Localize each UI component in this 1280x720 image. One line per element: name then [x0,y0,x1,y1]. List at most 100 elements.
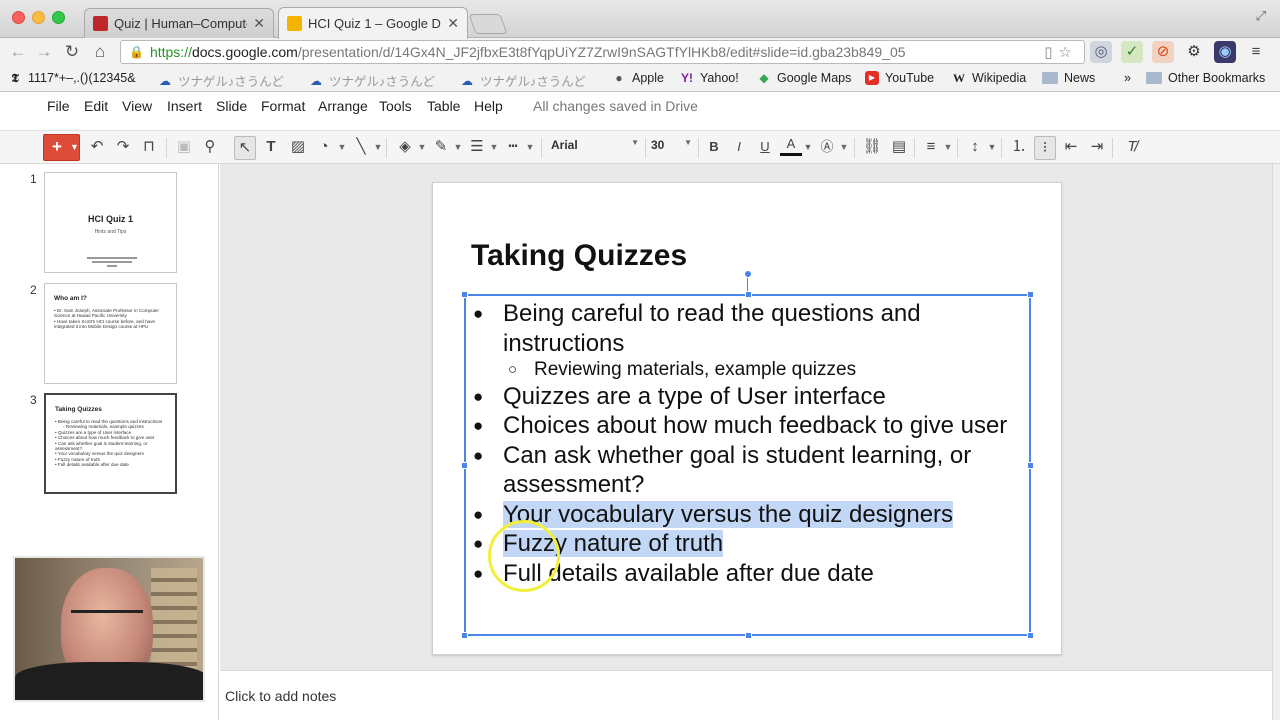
slide-thumbnail-2[interactable]: Who am I? Dr. Sam Joseph, Associate Prof… [44,283,177,384]
menu-table[interactable]: Table [427,98,460,114]
redo-icon[interactable]: ↷ [112,136,134,158]
bookmark-item[interactable]: ▶ YouTube [865,71,934,85]
sub-bullet-item[interactable]: Reviewing materials, example quizzes [471,358,1031,382]
underline-icon[interactable]: U [754,136,776,158]
font-family-select[interactable]: Arial ▼ [551,138,641,152]
font-size-select[interactable]: 30 ▼ [651,138,696,152]
menu-arrange[interactable]: Arrange [318,98,368,114]
decrease-indent-icon[interactable]: ⇤ [1060,136,1082,158]
back-icon[interactable]: ← [8,42,28,62]
bold-icon[interactable]: B [703,136,725,158]
line-spacing-icon[interactable]: ↕ [964,136,986,158]
clear-formatting-icon[interactable]: T̸ [1121,136,1143,158]
chevron-down-icon[interactable]: ▼ [943,136,953,158]
border-dash-icon[interactable]: ┅ [502,136,524,158]
increase-indent-icon[interactable]: ⇥ [1086,136,1108,158]
address-bar[interactable]: 🔒 https:// docs.google.com /presentation… [120,40,1085,64]
menu-view[interactable]: View [122,98,152,114]
new-tab-button[interactable] [468,14,508,34]
paint-format-icon[interactable]: ⊓ [138,136,160,158]
select-pointer-icon[interactable]: ↖ [234,136,256,160]
align-left-icon[interactable]: ≡ [920,136,942,158]
chevron-down-icon[interactable]: ▼ [70,135,79,159]
bookmark-item[interactable]: ● Apple [612,71,664,85]
shape-icon[interactable]: ◔ [313,136,335,158]
page-icon[interactable]: ▯ [1044,44,1058,61]
extension-icon[interactable]: ◎ [1090,41,1112,63]
bullet-item[interactable]: Quizzes are a type of User interface [471,382,1031,412]
resize-handle[interactable] [1027,291,1034,298]
tab-hci-quiz-drive[interactable]: HCI Quiz 1 – Google Drive ✕ [278,7,468,39]
zoom-window-button[interactable] [52,11,65,24]
reload-icon[interactable]: ↻ [62,42,82,62]
menu-insert[interactable]: Insert [167,98,202,114]
bookmark-item[interactable]: ☁ ツナゲル♪さうんど [309,71,435,90]
bookmark-item[interactable]: ◆ Google Maps [757,71,851,85]
bullet-item-selected[interactable]: Your vocabulary versus the quiz designer… [471,500,1031,530]
tab-close-icon[interactable]: ✕ [253,15,265,32]
menu-format[interactable]: Format [261,98,305,114]
line-icon[interactable]: ╲ [350,136,372,158]
menu-file[interactable]: File [47,98,70,114]
slide-thumbnail-3[interactable]: Taking Quizzes Being careful to read the… [44,393,177,494]
resize-handle[interactable] [1027,632,1034,639]
bullet-item[interactable]: Being careful to read the questions and … [471,299,1031,358]
slide-title[interactable]: Taking Quizzes [471,239,687,273]
undo-icon[interactable]: ↶ [86,136,108,158]
chevron-down-icon[interactable]: ▼ [987,136,997,158]
chevron-down-icon[interactable]: ▼ [489,136,499,158]
tab-quiz[interactable]: Quiz | Human–Computer I ✕ [84,8,274,38]
resize-handle[interactable] [461,462,468,469]
resize-handle[interactable] [461,291,468,298]
border-color-icon[interactable]: ✎ [430,136,452,158]
comment-icon[interactable]: ▤ [888,136,910,158]
zoom-icon[interactable]: ⚲ [199,136,221,158]
star-icon[interactable]: ☆ [1059,44,1078,61]
bookmark-folder-other[interactable]: Other Bookmarks [1146,71,1265,85]
italic-icon[interactable]: I [728,136,750,158]
chevron-down-icon[interactable]: ▼ [803,136,813,158]
scrollbar[interactable] [1272,164,1280,720]
home-icon[interactable]: ⌂ [90,42,110,62]
bookmarks-overflow-button[interactable]: » [1124,71,1131,85]
chevron-down-icon[interactable]: ▼ [525,136,535,158]
new-slide-button[interactable]: + ▼ [43,134,80,161]
fill-color-icon[interactable]: ◈ [394,136,416,158]
text-color-icon[interactable]: A [780,136,802,156]
bookmark-item[interactable]: Y! Yahoo! [680,71,739,85]
menu-icon[interactable]: ≡ [1245,41,1267,63]
chevron-down-icon[interactable]: ▼ [373,136,383,158]
resize-handle[interactable] [461,632,468,639]
close-window-button[interactable] [12,11,25,24]
bulleted-list-icon[interactable]: ⁝ [1034,136,1056,160]
menu-help[interactable]: Help [474,98,503,114]
chevron-down-icon[interactable]: ▼ [417,136,427,158]
forward-icon[interactable]: → [34,42,54,62]
globe-extension-icon[interactable]: ◉ [1214,41,1236,63]
bookmark-folder-news[interactable]: News [1042,71,1095,85]
resize-handle[interactable] [745,632,752,639]
gear-icon[interactable]: ⚙ [1183,41,1205,63]
speaker-notes[interactable]: Click to add notes [220,670,1272,720]
link-icon[interactable]: ⛓ [861,136,883,158]
border-weight-icon[interactable]: ☰ [466,136,488,158]
numbered-list-icon[interactable]: ⒈ [1008,136,1030,158]
image-icon[interactable]: ▨ [287,136,309,158]
fullscreen-icon[interactable]: ⤢ [1256,8,1266,24]
rotate-handle[interactable] [744,270,752,278]
checkmark-extension-icon[interactable]: ✓ [1121,41,1143,63]
bookmark-item[interactable]: ☁ ツナゲル♪さうんど [158,71,284,90]
bookmark-item[interactable]: 𝕿 1117*+–,.()(12345& [8,71,135,85]
text-box-icon[interactable]: T [260,136,282,158]
resize-handle[interactable] [745,291,752,298]
menu-edit[interactable]: Edit [84,98,108,114]
bullet-item[interactable]: Can ask whether goal is student learning… [471,441,1031,500]
chevron-down-icon[interactable]: ▼ [453,136,463,158]
bullet-item[interactable]: Choices about how much feedback to give … [471,411,1031,441]
chevron-down-icon[interactable]: ▼ [337,136,347,158]
notes-placeholder[interactable]: Click to add notes [225,688,336,704]
minimize-window-button[interactable] [32,11,45,24]
zoom-fit-icon[interactable]: ▣ [173,136,195,158]
slide-thumbnail-1[interactable]: HCI Quiz 1 Hints and Tips [44,172,177,273]
highlight-color-icon[interactable]: Ⓐ [816,136,838,158]
